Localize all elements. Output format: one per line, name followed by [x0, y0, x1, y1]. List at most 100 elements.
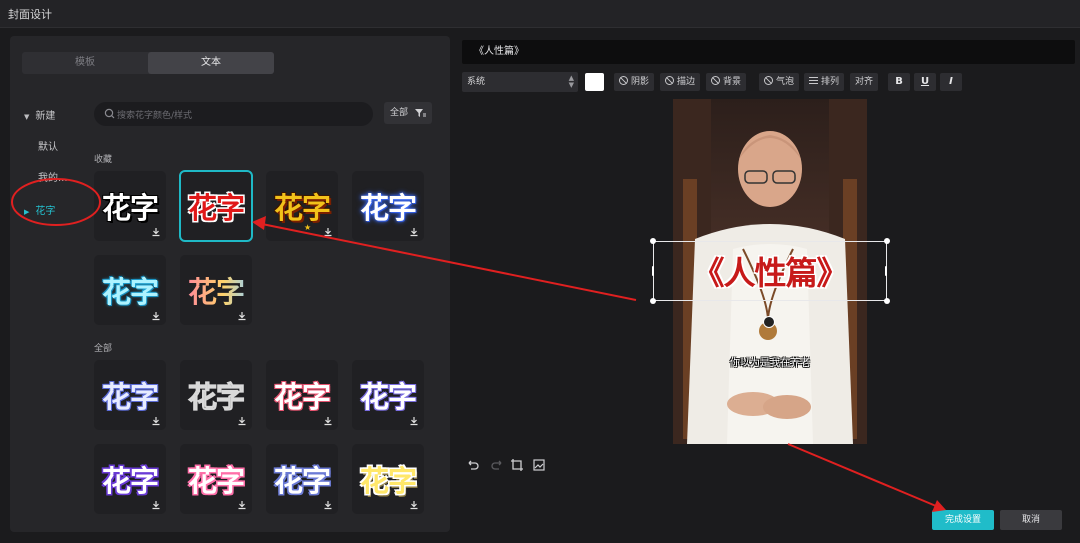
- fancy-text-tile[interactable]: 花字: [266, 360, 338, 430]
- side-handle[interactable]: [652, 266, 654, 276]
- tab-template[interactable]: 模板: [22, 52, 148, 74]
- fancy-text-tile[interactable]: 花字: [180, 444, 252, 514]
- download-icon: [238, 417, 246, 426]
- window-title: 封面设计: [8, 8, 52, 21]
- cover-text-input[interactable]: 《人性篇》: [462, 40, 1075, 64]
- fancy-text-tile[interactable]: 花字: [94, 171, 166, 241]
- font-select-value: 系统: [467, 77, 486, 87]
- shadow-toggle[interactable]: 阴影: [614, 73, 655, 91]
- title-bar: 封面设计: [0, 0, 1080, 28]
- arrange-icon: [809, 77, 818, 84]
- stroke-toggle[interactable]: 描边: [660, 73, 701, 91]
- download-icon: [238, 312, 246, 321]
- sidebar-item-label: 我的...: [38, 173, 68, 184]
- fancy-text-tile[interactable]: 花字 ★: [266, 171, 338, 241]
- tile-preview: 花字: [101, 380, 159, 414]
- redo-icon[interactable]: [490, 458, 504, 472]
- cover-design-window: 封面设计 模板 文本 ▼ 新建 默认 我的... ▶ 花字 搜索花字颜色/样式: [0, 0, 1080, 543]
- fancy-text-tile[interactable]: 花字: [94, 255, 166, 325]
- text-color-swatch[interactable]: [585, 73, 604, 91]
- cancel-button[interactable]: 取消: [1000, 510, 1062, 530]
- finish-settings-button[interactable]: 完成设置: [932, 510, 994, 530]
- tile-preview: 花字: [101, 275, 159, 309]
- tile-preview: 花字: [273, 191, 331, 225]
- disabled-icon: [665, 76, 674, 85]
- text-style-toolbar: 系统 ▲ ▼ 阴影 描边 背景 气泡 排列 对齐 B U I: [462, 72, 1075, 92]
- download-icon: [410, 228, 418, 237]
- search-input[interactable]: 搜索花字颜色/样式: [117, 108, 192, 121]
- download-icon: [152, 501, 160, 510]
- left-panel: 模板 文本 ▼ 新建 默认 我的... ▶ 花字 搜索花字颜色/样式 全部 收藏: [10, 36, 450, 532]
- side-handle[interactable]: [885, 266, 887, 276]
- fancy-text-tile[interactable]: 花字: [94, 444, 166, 514]
- bubble-toggle[interactable]: 气泡: [759, 73, 800, 91]
- sidebar-item-label: 默认: [38, 142, 58, 153]
- filter-label: 全部: [390, 108, 409, 118]
- fancy-text-tile[interactable]: 花字: [180, 255, 252, 325]
- text-selection-box[interactable]: [653, 241, 887, 301]
- search-icon: [104, 108, 115, 119]
- sidebar-item-default[interactable]: 默认: [38, 138, 58, 153]
- fancy-text-tile[interactable]: 花字: [180, 360, 252, 430]
- shadow-label: 阴影: [631, 77, 650, 87]
- tile-preview: 花字: [187, 464, 245, 498]
- replace-image-icon[interactable]: [532, 458, 546, 472]
- mode-tabs: 模板 文本: [22, 52, 274, 74]
- italic-button[interactable]: I: [940, 73, 962, 91]
- arrange-button[interactable]: 排列: [804, 73, 845, 91]
- resize-handle[interactable]: [650, 238, 656, 244]
- download-icon: [238, 501, 246, 510]
- underline-button[interactable]: U: [914, 73, 936, 91]
- section-label-all: 全部: [94, 344, 113, 354]
- fancy-text-tile[interactable]: 花字: [352, 360, 424, 430]
- resize-handle[interactable]: [650, 298, 656, 304]
- star-icon: ★: [304, 223, 312, 232]
- align-button[interactable]: 对齐: [850, 73, 879, 91]
- sidebar-item-label: 花字: [35, 206, 56, 217]
- download-icon: [324, 501, 332, 510]
- resize-handle[interactable]: [884, 298, 890, 304]
- filter-button[interactable]: 全部: [384, 102, 432, 124]
- fancy-text-tile[interactable]: 花字: [266, 444, 338, 514]
- sidebar-item-mine[interactable]: 我的...: [38, 169, 68, 184]
- fancy-text-tile[interactable]: 花字: [352, 171, 424, 241]
- rotate-handle-icon[interactable]: [763, 316, 775, 328]
- download-icon: [324, 228, 332, 237]
- section-label-favorites: 收藏: [94, 155, 113, 165]
- tab-text[interactable]: 文本: [148, 52, 274, 74]
- sidebar-item-label: 新建: [35, 111, 56, 122]
- stepper-arrows-icon[interactable]: ▲ ▼: [569, 75, 574, 89]
- download-icon: [410, 417, 418, 426]
- tile-preview: 花字: [187, 191, 245, 225]
- disabled-icon: [619, 76, 628, 85]
- resize-handle[interactable]: [884, 238, 890, 244]
- disabled-icon: [711, 76, 720, 85]
- download-icon: [410, 501, 418, 510]
- annotation-arrow-to-confirm: [787, 443, 937, 507]
- tile-preview: 花字: [273, 380, 331, 414]
- undo-icon[interactable]: [466, 458, 480, 472]
- font-select[interactable]: 系统 ▲ ▼: [462, 72, 578, 92]
- fancy-text-tile[interactable]: 花字: [352, 444, 424, 514]
- tile-preview: 花字: [180, 269, 252, 311]
- filter-icon: [415, 109, 426, 117]
- crop-icon[interactable]: [510, 458, 524, 472]
- sidebar-item-new[interactable]: ▼ 新建: [24, 107, 55, 122]
- tile-preview: 花字: [273, 464, 331, 498]
- tile-preview: 花字: [359, 464, 417, 498]
- fancy-text-tile[interactable]: 花字: [94, 360, 166, 430]
- tile-preview: 花字: [359, 380, 417, 414]
- download-icon: [152, 312, 160, 321]
- caret-down-icon: ▼: [24, 113, 30, 121]
- stroke-label: 描边: [677, 77, 696, 87]
- download-icon: [152, 417, 160, 426]
- background-label: 背景: [723, 77, 742, 87]
- tile-preview: 花字: [101, 191, 159, 225]
- download-icon: [152, 228, 160, 237]
- search-box[interactable]: 搜索花字颜色/样式: [94, 102, 373, 126]
- background-toggle[interactable]: 背景: [706, 73, 747, 91]
- sidebar-item-fancy-text[interactable]: ▶ 花字: [24, 202, 55, 217]
- fancy-text-tile-selected[interactable]: 花字: [179, 170, 253, 242]
- preview-subtitle: 你以为是我在养老: [730, 358, 810, 369]
- bold-button[interactable]: B: [888, 73, 910, 91]
